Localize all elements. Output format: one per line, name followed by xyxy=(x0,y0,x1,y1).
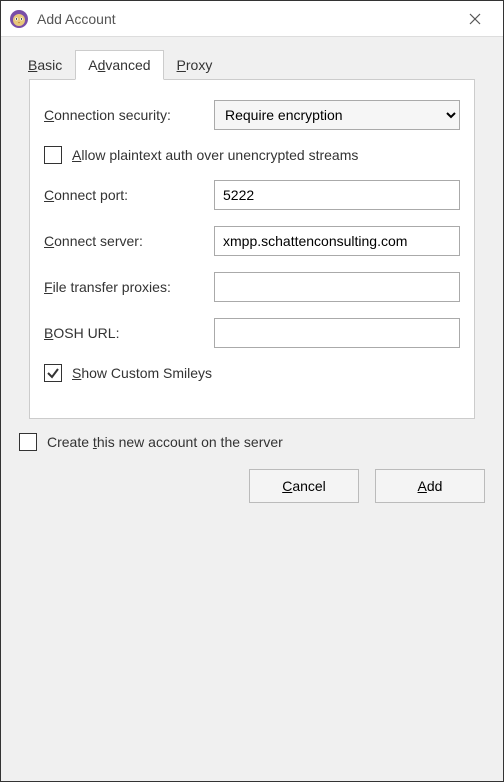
connect-port-input[interactable] xyxy=(214,180,460,210)
create-on-server-checkbox[interactable] xyxy=(19,433,37,451)
connect-server-input[interactable] xyxy=(214,226,460,256)
window-title: Add Account xyxy=(37,11,455,27)
create-on-server-label: Create this new account on the server xyxy=(47,434,283,450)
file-transfer-proxies-label: File transfer proxies: xyxy=(44,279,214,295)
show-smileys-checkbox[interactable] xyxy=(44,364,62,382)
bosh-url-input[interactable] xyxy=(214,318,460,348)
connection-security-select[interactable]: Require encryption xyxy=(214,100,460,130)
show-smileys-label: Show Custom Smileys xyxy=(72,365,212,381)
titlebar: Add Account xyxy=(1,1,503,37)
add-button[interactable]: Add xyxy=(375,469,485,503)
bosh-url-label: BOSH URL: xyxy=(44,325,214,341)
tab-basic[interactable]: Basic xyxy=(15,50,75,80)
close-icon xyxy=(469,13,481,25)
tab-advanced[interactable]: Advanced xyxy=(75,50,163,80)
tab-proxy[interactable]: Proxy xyxy=(164,50,226,80)
window: Add Account Basic Advanced Proxy Connect… xyxy=(0,0,504,782)
bottom-area: Create this new account on the server Ca… xyxy=(1,433,503,521)
allow-plaintext-checkbox[interactable] xyxy=(44,146,62,164)
allow-plaintext-label: Allow plaintext auth over unencrypted st… xyxy=(72,147,358,163)
cancel-button[interactable]: Cancel xyxy=(249,469,359,503)
advanced-panel: Connection security: Require encryption … xyxy=(29,79,475,419)
app-icon xyxy=(9,9,29,29)
connection-security-label: Connection security: xyxy=(44,107,214,123)
connect-server-label: Connect server: xyxy=(44,233,214,249)
connect-port-label: Connect port: xyxy=(44,187,214,203)
close-button[interactable] xyxy=(455,1,495,36)
file-transfer-proxies-input[interactable] xyxy=(214,272,460,302)
tabs: Basic Advanced Proxy Connection security… xyxy=(1,37,503,433)
